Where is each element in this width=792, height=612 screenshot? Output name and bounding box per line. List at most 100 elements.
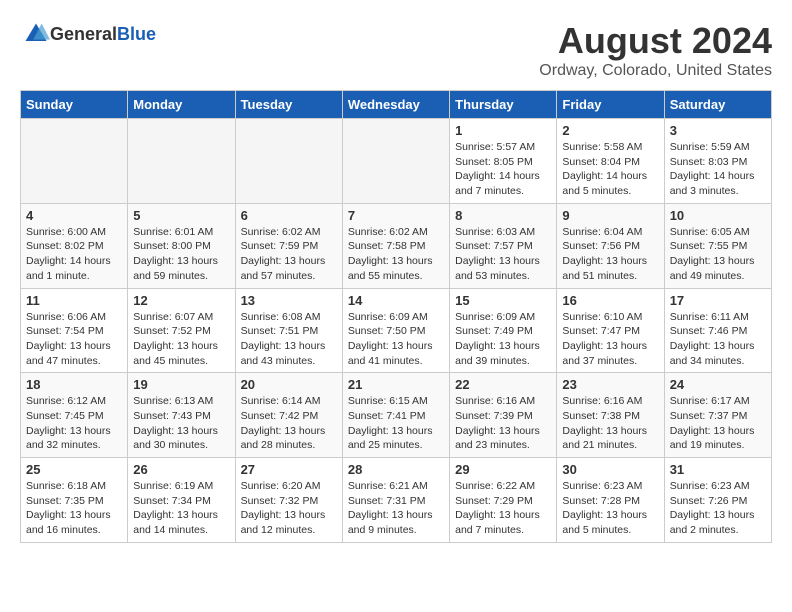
day-number: 27 [241, 462, 337, 477]
day-number: 21 [348, 377, 444, 392]
day-number: 12 [133, 293, 229, 308]
day-info: Sunrise: 6:10 AMSunset: 7:47 PMDaylight:… [562, 310, 658, 369]
day-number: 2 [562, 123, 658, 138]
column-header-sunday: Sunday [21, 91, 128, 119]
calendar-cell: 11 Sunrise: 6:06 AMSunset: 7:54 PMDayligh… [21, 288, 128, 373]
calendar-week-row: 18 Sunrise: 6:12 AMSunset: 7:45 PMDayligh… [21, 373, 772, 458]
column-header-monday: Monday [128, 91, 235, 119]
calendar-cell: 12Sunrise: 6:07 AMSunset: 7:52 PMDayligh… [128, 288, 235, 373]
day-info: Sunrise: 6:16 AMSunset: 7:38 PMDaylight:… [562, 394, 658, 453]
calendar-cell: 21 Sunrise: 6:15 AMSunset: 7:41 PMDayligh… [342, 373, 449, 458]
day-info: Sunrise: 6:11 AMSunset: 7:46 PMDaylight:… [670, 310, 766, 369]
day-info: Sunrise: 6:05 AMSunset: 7:55 PMDaylight:… [670, 225, 766, 284]
calendar-cell: 23 Sunrise: 6:16 AMSunset: 7:38 PMDayligh… [557, 373, 664, 458]
column-header-saturday: Saturday [664, 91, 771, 119]
day-info: Sunrise: 6:04 AMSunset: 7:56 PMDaylight:… [562, 225, 658, 284]
day-info: Sunrise: 6:06 AMSunset: 7:54 PMDaylight:… [26, 310, 122, 369]
day-info: Sunrise: 6:00 AMSunset: 8:02 PMDaylight:… [26, 225, 122, 284]
calendar-cell [128, 119, 235, 204]
main-title: August 2024 [539, 20, 772, 62]
column-header-thursday: Thursday [450, 91, 557, 119]
day-number: 22 [455, 377, 551, 392]
calendar-week-row: 4 Sunrise: 6:00 AMSunset: 8:02 PMDaylight… [21, 203, 772, 288]
day-number: 23 [562, 377, 658, 392]
calendar: SundayMondayTuesdayWednesdayThursdayFrid… [20, 90, 772, 543]
day-info: Sunrise: 6:20 AMSunset: 7:32 PMDaylight:… [241, 479, 337, 538]
calendar-cell: 5Sunrise: 6:01 AMSunset: 8:00 PMDaylight… [128, 203, 235, 288]
day-info: Sunrise: 6:15 AMSunset: 7:41 PMDaylight:… [348, 394, 444, 453]
day-number: 9 [562, 208, 658, 223]
day-info: Sunrise: 6:08 AMSunset: 7:51 PMDaylight:… [241, 310, 337, 369]
calendar-cell: 1Sunrise: 5:57 AMSunset: 8:05 PMDaylight… [450, 119, 557, 204]
day-info: Sunrise: 6:16 AMSunset: 7:39 PMDaylight:… [455, 394, 551, 453]
day-info: Sunrise: 6:23 AMSunset: 7:28 PMDaylight:… [562, 479, 658, 538]
calendar-cell: 16 Sunrise: 6:10 AMSunset: 7:47 PMDayligh… [557, 288, 664, 373]
day-info: Sunrise: 6:23 AMSunset: 7:26 PMDaylight:… [670, 479, 766, 538]
header: GeneralBlue August 2024 Ordway, Colorado… [20, 20, 772, 80]
day-number: 15 [455, 293, 551, 308]
day-number: 18 [26, 377, 122, 392]
day-info: Sunrise: 6:18 AMSunset: 7:35 PMDaylight:… [26, 479, 122, 538]
day-info: Sunrise: 6:22 AMSunset: 7:29 PMDaylight:… [455, 479, 551, 538]
calendar-cell: 20Sunrise: 6:14 AMSunset: 7:42 PMDayligh… [235, 373, 342, 458]
day-info: Sunrise: 6:03 AMSunset: 7:57 PMDaylight:… [455, 225, 551, 284]
day-info: Sunrise: 6:14 AMSunset: 7:42 PMDaylight:… [241, 394, 337, 453]
calendar-week-row: 1Sunrise: 5:57 AMSunset: 8:05 PMDaylight… [21, 119, 772, 204]
calendar-cell: 6Sunrise: 6:02 AMSunset: 7:59 PMDaylight… [235, 203, 342, 288]
subtitle: Ordway, Colorado, United States [539, 62, 772, 80]
column-header-wednesday: Wednesday [342, 91, 449, 119]
day-info: Sunrise: 6:09 AMSunset: 7:50 PMDaylight:… [348, 310, 444, 369]
day-info: Sunrise: 6:02 AMSunset: 7:58 PMDaylight:… [348, 225, 444, 284]
calendar-cell: 26Sunrise: 6:19 AMSunset: 7:34 PMDayligh… [128, 458, 235, 543]
calendar-cell: 29 Sunrise: 6:22 AMSunset: 7:29 PMDayligh… [450, 458, 557, 543]
day-number: 28 [348, 462, 444, 477]
calendar-cell: 15 Sunrise: 6:09 AMSunset: 7:49 PMDayligh… [450, 288, 557, 373]
day-number: 17 [670, 293, 766, 308]
calendar-header-row: SundayMondayTuesdayWednesdayThursdayFrid… [21, 91, 772, 119]
calendar-week-row: 11 Sunrise: 6:06 AMSunset: 7:54 PMDayligh… [21, 288, 772, 373]
calendar-cell: 18 Sunrise: 6:12 AMSunset: 7:45 PMDayligh… [21, 373, 128, 458]
logo-text-blue: Blue [117, 24, 156, 44]
calendar-cell: 28 Sunrise: 6:21 AMSunset: 7:31 PMDayligh… [342, 458, 449, 543]
day-number: 24 [670, 377, 766, 392]
calendar-cell: 27 Sunrise: 6:20 AMSunset: 7:32 PMDayligh… [235, 458, 342, 543]
day-number: 19 [133, 377, 229, 392]
calendar-cell: 24Sunrise: 6:17 AMSunset: 7:37 PMDayligh… [664, 373, 771, 458]
calendar-week-row: 25 Sunrise: 6:18 AMSunset: 7:35 PMDayligh… [21, 458, 772, 543]
calendar-cell [342, 119, 449, 204]
calendar-cell: 7 Sunrise: 6:02 AMSunset: 7:58 PMDaylight… [342, 203, 449, 288]
day-number: 4 [26, 208, 122, 223]
calendar-cell: 2 Sunrise: 5:58 AMSunset: 8:04 PMDaylight… [557, 119, 664, 204]
calendar-cell: 30 Sunrise: 6:23 AMSunset: 7:28 PMDayligh… [557, 458, 664, 543]
calendar-cell: 10 Sunrise: 6:05 AMSunset: 7:55 PMDayligh… [664, 203, 771, 288]
day-number: 26 [133, 462, 229, 477]
calendar-cell: 31Sunrise: 6:23 AMSunset: 7:26 PMDayligh… [664, 458, 771, 543]
day-number: 14 [348, 293, 444, 308]
day-number: 10 [670, 208, 766, 223]
day-number: 29 [455, 462, 551, 477]
calendar-cell: 19 Sunrise: 6:13 AMSunset: 7:43 PMDayligh… [128, 373, 235, 458]
day-number: 8 [455, 208, 551, 223]
day-number: 30 [562, 462, 658, 477]
column-header-friday: Friday [557, 91, 664, 119]
day-number: 11 [26, 293, 122, 308]
day-number: 16 [562, 293, 658, 308]
day-number: 5 [133, 208, 229, 223]
calendar-cell: 17 Sunrise: 6:11 AMSunset: 7:46 PMDayligh… [664, 288, 771, 373]
day-info: Sunrise: 5:57 AMSunset: 8:05 PMDaylight:… [455, 140, 551, 199]
calendar-cell [235, 119, 342, 204]
calendar-cell: 14 Sunrise: 6:09 AMSunset: 7:50 PMDayligh… [342, 288, 449, 373]
day-info: Sunrise: 6:09 AMSunset: 7:49 PMDaylight:… [455, 310, 551, 369]
day-info: Sunrise: 6:12 AMSunset: 7:45 PMDaylight:… [26, 394, 122, 453]
day-number: 7 [348, 208, 444, 223]
day-info: Sunrise: 6:13 AMSunset: 7:43 PMDaylight:… [133, 394, 229, 453]
day-info: Sunrise: 5:59 AMSunset: 8:03 PMDaylight:… [670, 140, 766, 199]
day-info: Sunrise: 6:21 AMSunset: 7:31 PMDaylight:… [348, 479, 444, 538]
day-number: 13 [241, 293, 337, 308]
title-section: August 2024 Ordway, Colorado, United Sta… [539, 20, 772, 80]
logo: GeneralBlue [20, 20, 156, 48]
calendar-cell: 8 Sunrise: 6:03 AMSunset: 7:57 PMDaylight… [450, 203, 557, 288]
calendar-cell [21, 119, 128, 204]
day-info: Sunrise: 5:58 AMSunset: 8:04 PMDaylight:… [562, 140, 658, 199]
day-number: 25 [26, 462, 122, 477]
